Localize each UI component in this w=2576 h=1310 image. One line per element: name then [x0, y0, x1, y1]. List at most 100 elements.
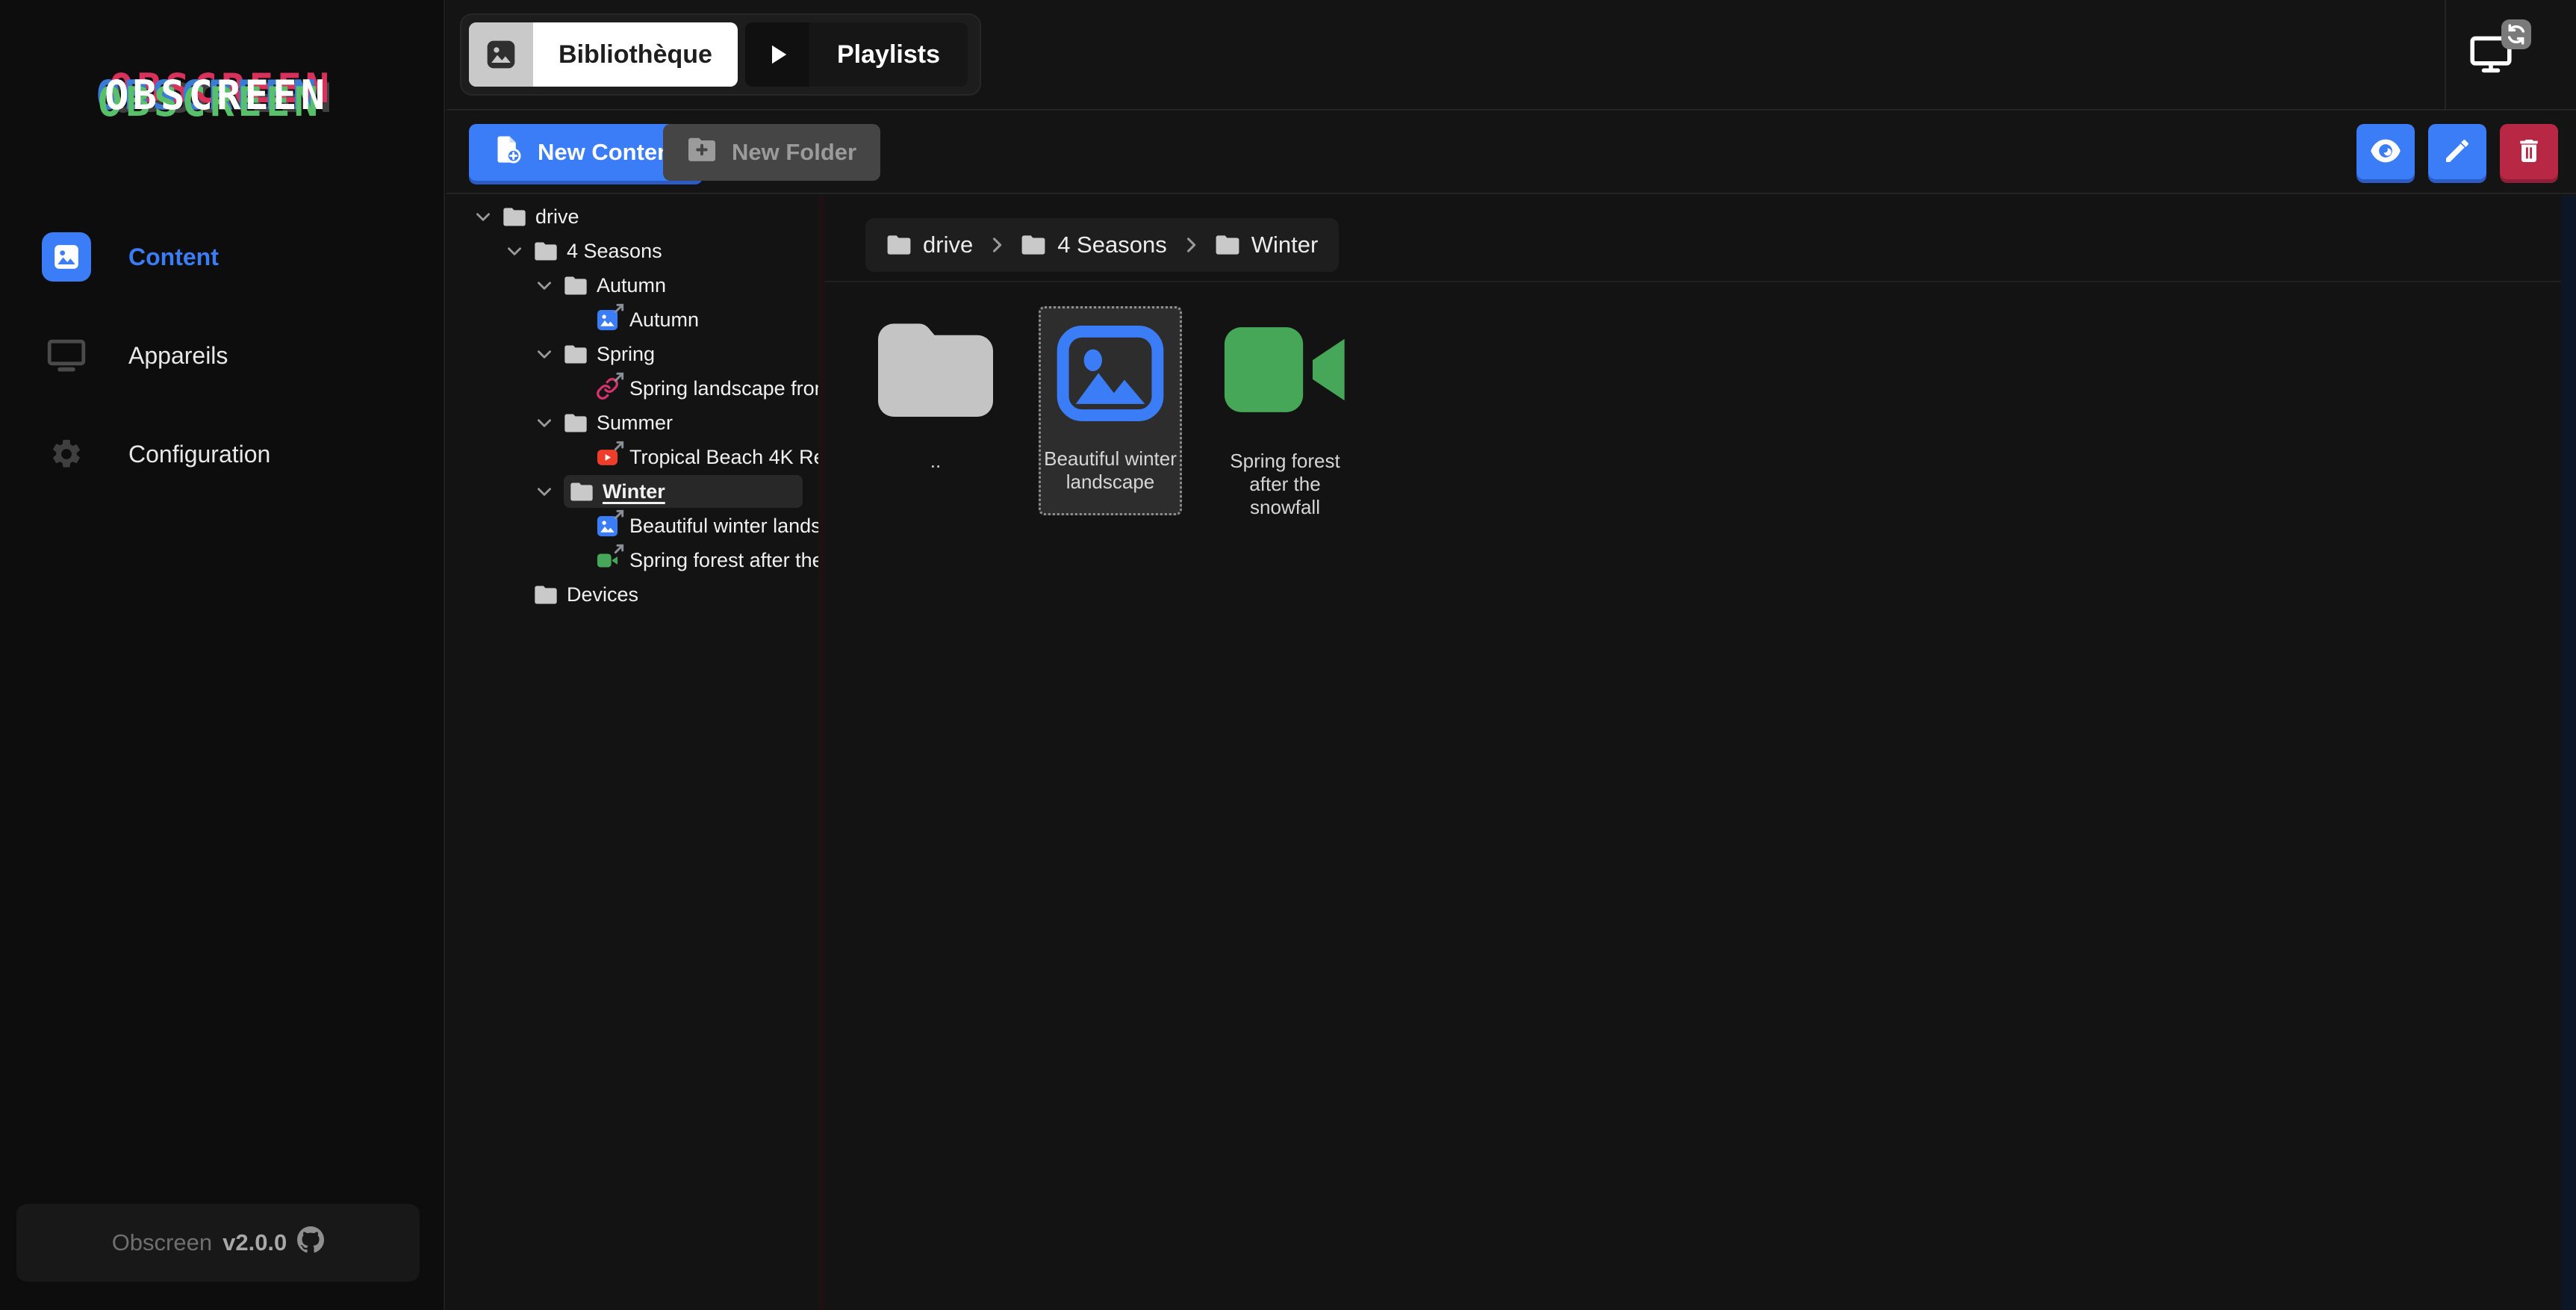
tile-label: .. [930, 450, 941, 473]
tab-label: Bibliothèque [533, 22, 738, 87]
tile-spring-forest-snowfall[interactable]: Spring forest after the snowfall [1213, 306, 1357, 519]
tree-resize-handle[interactable] [818, 196, 825, 1310]
tree-item-spring-forest-video[interactable]: Spring forest after the sn [447, 543, 818, 577]
video-content-icon [1219, 318, 1351, 421]
sidebar-footer: Obscreen v2.0.0 [16, 1204, 420, 1282]
delete-button[interactable] [2500, 124, 2558, 179]
external-arrow-icon [613, 543, 625, 555]
tree-item-winter-folder[interactable]: Winter [447, 474, 818, 509]
chevron-down-icon[interactable] [505, 241, 524, 261]
tab-playlists[interactable]: Playlists [745, 22, 968, 87]
tree-item-label: Autumn [597, 274, 666, 297]
tree-item-label: Spring forest after the sn [629, 549, 818, 572]
play-icon [745, 22, 809, 87]
tree-item-label: Spring [597, 343, 655, 366]
tree-item-label: Spring landscape from sl [629, 377, 818, 400]
vertical-scrollbar[interactable] [2561, 196, 2576, 1310]
tree-item-label: drive [535, 205, 579, 229]
app-version: v2.0.0 [223, 1229, 287, 1256]
breadcrumb-item-drive[interactable]: drive [886, 232, 973, 258]
breadcrumb-label: 4 Seasons [1057, 232, 1167, 258]
folder-icon [534, 585, 558, 605]
tree-item-label: Summer [597, 412, 673, 435]
tab-bibliotheque[interactable]: Bibliothèque [469, 22, 738, 87]
library-playlists-switcher: Bibliothèque Playlists [460, 13, 981, 96]
image-icon [469, 22, 533, 87]
chevron-down-icon[interactable] [535, 482, 554, 501]
sidebar-item-label: Configuration [128, 441, 270, 468]
gear-icon [42, 429, 91, 479]
breadcrumb-label: Winter [1251, 232, 1319, 258]
folder-icon [564, 276, 588, 296]
external-arrow-icon [613, 440, 625, 452]
breadcrumb: drive 4 Seasons Winter [865, 218, 1339, 272]
sidebar-item-content[interactable]: Content [0, 218, 444, 296]
tree-item-label: Autumn [629, 308, 699, 332]
chevron-right-icon [1180, 235, 1201, 255]
folder-tree: drive 4 Seasons Autumn Autumn Spring [447, 196, 818, 1310]
sidebar-item-appareils[interactable]: Appareils [0, 317, 444, 394]
tree-item-4-seasons[interactable]: 4 Seasons [447, 234, 818, 268]
content-divider [825, 281, 2576, 282]
folder-icon [1215, 235, 1240, 255]
sidebar-item-configuration[interactable]: Configuration [0, 415, 444, 493]
chevron-down-icon[interactable] [535, 276, 554, 295]
new-folder-button[interactable]: New Folder [663, 124, 880, 181]
sidebar-item-label: Appareils [128, 342, 228, 370]
external-arrow-icon [613, 302, 625, 314]
sidebar-item-label: Content [128, 243, 219, 271]
image-content-icon [1055, 322, 1166, 425]
chevron-down-icon[interactable] [535, 344, 554, 364]
breadcrumb-label: drive [923, 232, 973, 258]
tile-beautiful-winter-landscape[interactable]: Beautiful winter landscape [1039, 306, 1182, 515]
tree-item-devices-folder[interactable]: Devices [447, 577, 818, 612]
button-label: New Folder [732, 139, 856, 166]
folder-icon [564, 344, 588, 364]
image-icon [42, 232, 91, 282]
tile-label: Spring forest after the snowfall [1219, 450, 1351, 519]
tree-item-drive[interactable]: drive [447, 199, 818, 234]
chevron-down-icon[interactable] [473, 207, 493, 226]
tree-item-summer-folder[interactable]: Summer [447, 406, 818, 440]
tile-grid: .. Beautiful winter landscape Spring for… [864, 306, 1357, 519]
breadcrumb-item-4-seasons[interactable]: 4 Seasons [1021, 232, 1167, 258]
tile-folder-up[interactable]: .. [864, 306, 1007, 473]
folder-icon [534, 241, 558, 261]
header-separator [2445, 0, 2446, 109]
chevron-right-icon [986, 235, 1007, 255]
main-area: drive 4 Seasons Autumn Autumn Spring [447, 196, 2576, 1310]
monitor-refresh-icon[interactable] [2470, 19, 2539, 78]
preview-button[interactable] [2356, 124, 2415, 179]
link-content-icon [596, 377, 619, 400]
tree-item-autumn-image[interactable]: Autumn [447, 302, 818, 337]
folder-icon [503, 207, 526, 227]
top-header: Bibliothèque Playlists [447, 0, 2576, 111]
selected-tree-row: Winter [564, 475, 803, 508]
folder-icon [886, 235, 912, 255]
folder-icon [873, 318, 998, 421]
tree-item-tropical-beach-youtube[interactable]: Tropical Beach 4K Relaxa [447, 440, 818, 474]
github-icon[interactable] [297, 1226, 324, 1259]
image-content-icon [596, 308, 619, 332]
file-plus-icon [493, 134, 523, 170]
tree-item-label: Devices [567, 583, 638, 606]
folder-plus-icon [687, 136, 717, 169]
chevron-down-icon[interactable] [535, 413, 554, 432]
folder-icon [1021, 235, 1046, 255]
breadcrumb-item-winter[interactable]: Winter [1215, 232, 1319, 258]
tree-item-label: Winter [603, 480, 665, 503]
folder-icon [564, 413, 588, 433]
app-name: Obscreen [112, 1229, 212, 1256]
button-label: New Content [538, 139, 679, 166]
edit-button[interactable] [2428, 124, 2486, 179]
tree-item-autumn-folder[interactable]: Autumn [447, 268, 818, 302]
external-arrow-icon [613, 509, 625, 521]
pencil-icon [2442, 136, 2472, 168]
youtube-content-icon [596, 446, 619, 469]
obscreen-logo: OBSCREEN [105, 72, 329, 119]
tree-item-spring-landscape-link[interactable]: Spring landscape from sl [447, 371, 818, 406]
tree-item-beautiful-winter-image[interactable]: Beautiful winter landscap [447, 509, 818, 543]
tree-item-label: 4 Seasons [567, 240, 662, 263]
tree-item-spring-folder[interactable]: Spring [447, 337, 818, 371]
image-content-icon [596, 515, 619, 538]
